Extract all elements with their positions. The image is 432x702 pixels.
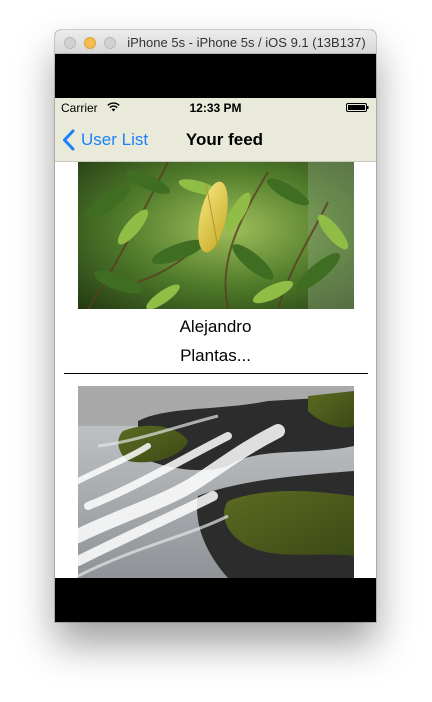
window-titlebar[interactable]: iPhone 5s - iPhone 5s / iOS 9.1 (13B137) (55, 30, 376, 54)
simulator-window: iPhone 5s - iPhone 5s / iOS 9.1 (13B137)… (55, 30, 376, 622)
close-button[interactable] (64, 37, 76, 49)
zoom-button[interactable] (104, 37, 116, 49)
post-separator (64, 373, 368, 374)
page-title: Your feed (185, 130, 264, 149)
navigation-bar: User List Your feed (55, 118, 376, 162)
device-screen: Carrier 12:33 PM User List Your feed Ale… (55, 98, 376, 578)
status-bar: Carrier 12:33 PM (55, 98, 376, 118)
feed-list[interactable]: Alejandro Plantas... (55, 162, 376, 578)
leaves-photo[interactable] (78, 162, 354, 309)
post-author: Alejandro (179, 317, 252, 336)
simulator-bezel-bottom (55, 578, 376, 622)
waterfall-photo[interactable] (78, 386, 354, 578)
window-title: iPhone 5s - iPhone 5s / iOS 9.1 (13B137) (127, 35, 366, 50)
battery-icon (346, 103, 369, 112)
post-caption: Plantas... (180, 346, 251, 365)
minimize-button[interactable] (84, 37, 96, 49)
simulator-bezel-top (55, 54, 376, 98)
status-time: 12:33 PM (189, 101, 242, 115)
